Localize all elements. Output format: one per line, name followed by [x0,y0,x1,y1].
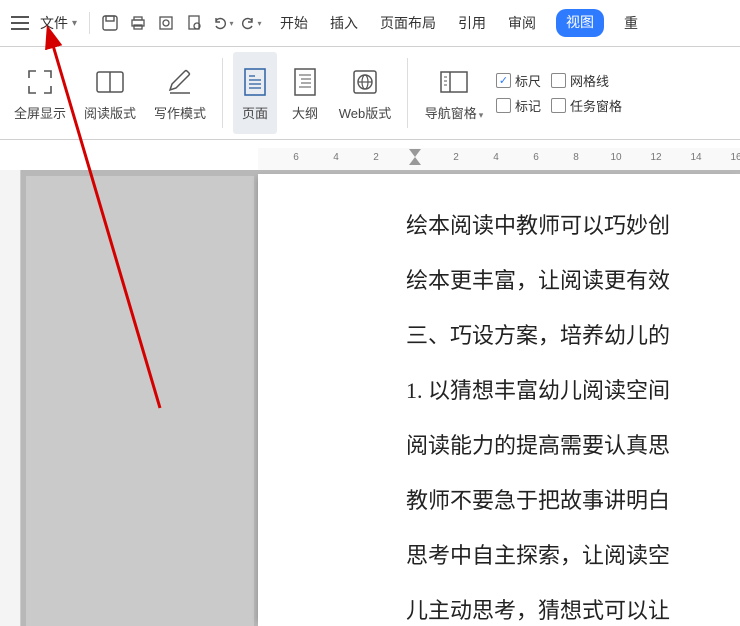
outline-label: 大纲 [292,103,318,122]
read-mode-label: 阅读版式 [84,103,136,122]
checkbox-icon [551,98,566,113]
pen-icon [163,65,197,99]
tab-home[interactable]: 开始 [278,9,310,37]
ruler-tick: 14 [690,152,701,163]
nav-pane-button[interactable]: 导航窗格▾ [418,52,490,134]
document-line: 1. 以猜想丰富幼儿阅读空间 [406,363,740,418]
globe-icon [348,65,382,99]
ruler-tick: 4 [333,152,339,163]
outline-icon [288,65,322,99]
ruler-tick: 2 [453,152,459,163]
page-view-button[interactable]: 页面 [233,52,277,134]
document-line: 阅读能力的提高需要认真思 [406,418,740,473]
redo-icon[interactable]: ▾ [238,11,262,35]
ruler-tick: 2 [373,152,379,163]
checkbox-grid[interactable]: 网格线 [551,71,609,90]
write-mode-label: 写作模式 [154,103,206,122]
view-options-group: 标尺 网格线 标记 任务窗格 [496,54,622,132]
separator [222,58,223,128]
ruler-tick: 8 [573,152,579,163]
ruler-tick: 6 [293,152,299,163]
ruler-tick: 10 [610,152,621,163]
separator [407,58,408,128]
checkbox-ruler[interactable]: 标尺 [496,71,541,90]
document-line: 三、巧设方案，培养幼儿的 [406,308,740,363]
print-preview-icon[interactable] [154,11,178,35]
tab-ref[interactable]: 引用 [456,9,488,37]
checkbox-icon [496,98,511,113]
tab-trail[interactable]: 重 [622,9,640,37]
checkbox-label: 网格线 [570,71,609,90]
save-icon[interactable] [98,11,122,35]
document-workspace: 绘本阅读中教师可以巧妙创绘本更丰富，让阅读更有效三、巧设方案，培养幼儿的1. 以… [0,170,740,626]
ruler-tick: 6 [533,152,539,163]
print-icon[interactable] [126,11,150,35]
checkbox-mark[interactable]: 标记 [496,96,541,115]
file-label: 文件 [40,13,68,33]
document-line: 绘本更丰富，让阅读更有效 [406,253,740,308]
document-line: 儿主动思考，猜想式可以让 [406,583,740,626]
page-shadow [26,176,254,626]
checkbox-label: 标记 [515,96,541,115]
book-icon [93,65,127,99]
document-page[interactable]: 绘本阅读中教师可以巧妙创绘本更丰富，让阅读更有效三、巧设方案，培养幼儿的1. 以… [258,174,740,626]
checkbox-icon [551,73,566,88]
doc-preview-icon[interactable] [182,11,206,35]
indent-marker-icon[interactable] [408,148,422,169]
chevron-down-icon: ▾ [230,19,234,28]
checkbox-label: 任务窗格 [570,96,622,115]
web-label: Web版式 [339,103,392,122]
tab-review[interactable]: 审阅 [506,9,538,37]
menu-icon[interactable] [8,11,32,35]
ruler-tick: 12 [650,152,661,163]
horizontal-ruler[interactable]: 6 4 2 2 4 6 8 10 12 14 16 [258,148,740,171]
checkbox-taskpane[interactable]: 任务窗格 [551,96,622,115]
page-icon [238,65,272,99]
fullscreen-button[interactable]: 全屏显示 [8,52,72,134]
write-mode-button[interactable]: 写作模式 [148,52,212,134]
chevron-down-icon: ▾ [72,18,77,29]
document-line: 教师不要急于把故事讲明白 [406,473,740,528]
checkbox-label: 标尺 [515,71,541,90]
file-menu[interactable]: 文件 ▾ [36,11,81,35]
thumbnail-gutter[interactable] [0,170,21,626]
fullscreen-icon [23,65,57,99]
tab-layout[interactable]: 页面布局 [378,9,438,37]
separator [89,12,90,34]
web-view-button[interactable]: Web版式 [333,52,397,134]
tab-insert[interactable]: 插入 [328,9,360,37]
fullscreen-label: 全屏显示 [14,103,66,122]
ruler-tick: 16 [730,152,740,163]
document-text: 绘本阅读中教师可以巧妙创绘本更丰富，让阅读更有效三、巧设方案，培养幼儿的1. 以… [406,198,740,626]
document-line: 思考中自主探索，让阅读空 [406,528,740,583]
read-mode-button[interactable]: 阅读版式 [78,52,142,134]
chevron-down-icon: ▾ [258,19,262,28]
undo-icon[interactable]: ▾ [210,11,234,35]
ruler-tick: 4 [493,152,499,163]
outline-view-button[interactable]: 大纲 [283,52,327,134]
ribbon-tabs: 开始 插入 页面布局 引用 审阅 视图 重 [278,9,640,37]
page-label: 页面 [242,103,268,122]
nav-pane-icon [437,65,471,99]
tab-view[interactable]: 视图 [556,9,604,37]
nav-pane-label: 导航窗格▾ [425,103,484,122]
checkbox-icon [496,73,511,88]
document-line: 绘本阅读中教师可以巧妙创 [406,198,740,253]
